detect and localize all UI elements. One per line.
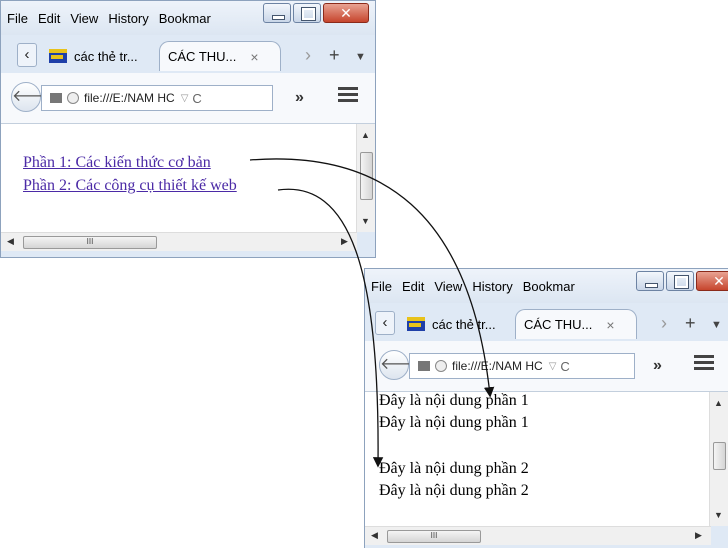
menu-bookmarks[interactable]: Bookmar <box>159 11 211 26</box>
scroll-up-icon[interactable]: ▲ <box>714 398 723 408</box>
menu-bookmarks[interactable]: Bookmar <box>523 279 575 294</box>
browser-window-2: File Edit View History Bookmar ✕ ‹ các t… <box>364 268 728 548</box>
chevron-left-icon[interactable]: ‹ <box>17 43 37 67</box>
minimize-icon <box>645 283 658 288</box>
plus-icon[interactable]: + <box>685 313 696 334</box>
scroll-right-icon[interactable]: ▶ <box>695 530 702 541</box>
chevron-right-icon[interactable]: › <box>661 313 667 334</box>
hamburger-menu-icon[interactable] <box>335 84 361 108</box>
close-window-button[interactable]: ✕ <box>323 3 369 23</box>
url-bar[interactable]: file:///E:/NAM HC ▽ C <box>41 85 273 111</box>
page-info-icon <box>418 361 430 371</box>
url-bar[interactable]: file:///E:/NAM HC ▽ C <box>409 353 635 379</box>
navigation-bar: 🡐 file:///E:/NAM HC ▽ C » <box>1 73 375 124</box>
scroll-right-icon[interactable]: ▶ <box>341 236 348 247</box>
vertical-scrollbar[interactable]: ▲ ▼ <box>356 124 375 232</box>
menu-file[interactable]: File <box>371 279 392 294</box>
tab-label: CÁC THU... <box>168 49 237 64</box>
chevron-down-icon[interactable]: ▼ <box>355 51 366 63</box>
overflow-button[interactable]: » <box>653 357 662 375</box>
dropdown-icon[interactable]: ▽ <box>181 93 189 104</box>
menu-edit[interactable]: Edit <box>38 11 60 26</box>
chevron-right-icon[interactable]: › <box>305 45 311 66</box>
maximize-button[interactable] <box>293 3 321 23</box>
page-content: Đây là nội dung phần 1 Đây là nội dung p… <box>365 392 728 526</box>
url-text: file:///E:/NAM HC <box>452 359 543 373</box>
reload-icon[interactable]: C <box>192 91 201 106</box>
horizontal-scrollbar[interactable]: ◀ III ▶ <box>1 232 357 251</box>
scroll-down-icon[interactable]: ▼ <box>361 216 370 226</box>
tab-cac-the[interactable]: các thẻ tr... <box>399 309 509 339</box>
horizontal-scroll-thumb[interactable]: III <box>387 530 481 543</box>
tab-cac-thu-active[interactable]: CÁC THU... × <box>159 41 281 71</box>
tab-bar: ‹ các thẻ tr... CÁC THU... × › + ▼ <box>365 303 728 341</box>
tab-label: các thẻ tr... <box>432 316 496 332</box>
thumb-grip: III <box>430 531 438 540</box>
link-phan-1[interactable]: Phần 1: Các kiến thức cơ bản <box>23 154 211 172</box>
back-arrow-icon[interactable]: 🡐 <box>379 350 423 380</box>
window-caption-buttons: ✕ <box>634 271 728 291</box>
scroll-left-icon[interactable]: ◀ <box>371 530 378 541</box>
reload-icon[interactable]: C <box>560 359 569 374</box>
vertical-scroll-thumb[interactable] <box>360 152 373 200</box>
tab-cac-the[interactable]: các thẻ tr... <box>41 41 151 71</box>
page-content: Phần 1: Các kiến thức cơ bản Phần 2: Các… <box>1 124 375 232</box>
chevron-down-icon[interactable]: ▼ <box>711 319 722 331</box>
content-line: Đây là nội dung phần 2 <box>379 460 529 477</box>
globe-icon <box>435 360 447 372</box>
browser-window-1: File Edit View History Bookmar ✕ ‹ các t… <box>0 0 376 258</box>
menu-view[interactable]: View <box>434 279 462 294</box>
menu-history[interactable]: History <box>108 11 148 26</box>
plus-icon[interactable]: + <box>329 45 340 66</box>
vertical-scroll-thumb[interactable] <box>713 442 726 470</box>
horizontal-scrollbar[interactable]: ◀ III ▶ <box>365 526 711 545</box>
close-icon: ✕ <box>340 5 352 21</box>
back-arrow-icon[interactable]: 🡐 <box>11 82 55 112</box>
globe-icon <box>67 92 79 104</box>
horizontal-scroll-thumb[interactable]: III <box>23 236 157 249</box>
navigation-bar: 🡐 file:///E:/NAM HC ▽ C » <box>365 341 728 392</box>
tab-close-icon[interactable]: × <box>606 317 614 333</box>
overflow-button[interactable]: » <box>295 89 304 107</box>
window-caption-buttons: ✕ <box>261 3 369 23</box>
tab-bar: ‹ các thẻ tr... CÁC THU... × › + ▼ <box>1 35 375 73</box>
content-line: Đây là nội dung phần 1 <box>379 414 529 431</box>
tab-cac-thu-active[interactable]: CÁC THU... × <box>515 309 637 339</box>
thumb-grip: III <box>86 237 94 246</box>
dropdown-icon[interactable]: ▽ <box>549 361 557 372</box>
close-window-button[interactable]: ✕ <box>696 271 728 291</box>
site-favicon-icon <box>407 317 425 331</box>
content-line: Đây là nội dung phần 1 <box>379 392 529 409</box>
url-text: file:///E:/NAM HC <box>84 91 175 105</box>
menu-history[interactable]: History <box>472 279 512 294</box>
tab-label: các thẻ tr... <box>74 48 138 64</box>
content-line: Đây là nội dung phần 2 <box>379 482 529 499</box>
page-info-icon <box>50 93 62 103</box>
scroll-up-icon[interactable]: ▲ <box>361 130 370 140</box>
menu-edit[interactable]: Edit <box>402 279 424 294</box>
minimize-button[interactable] <box>636 271 664 291</box>
minimize-button[interactable] <box>263 3 291 23</box>
tab-close-icon[interactable]: × <box>250 49 258 65</box>
link-phan-2[interactable]: Phần 2: Các công cụ thiết kế web <box>23 177 237 195</box>
hamburger-menu-icon[interactable] <box>691 352 717 376</box>
menu-file[interactable]: File <box>7 11 28 26</box>
tab-label: CÁC THU... <box>524 317 593 332</box>
site-favicon-icon <box>49 49 67 63</box>
maximize-button[interactable] <box>666 271 694 291</box>
maximize-icon <box>674 275 689 289</box>
maximize-icon <box>301 7 316 21</box>
menu-view[interactable]: View <box>70 11 98 26</box>
vertical-scrollbar[interactable]: ▲ ▼ <box>709 392 728 526</box>
minimize-icon <box>272 15 285 20</box>
close-icon: ✕ <box>713 273 725 289</box>
chevron-left-icon[interactable]: ‹ <box>375 311 395 335</box>
scroll-down-icon[interactable]: ▼ <box>714 510 723 520</box>
scroll-left-icon[interactable]: ◀ <box>7 236 14 247</box>
